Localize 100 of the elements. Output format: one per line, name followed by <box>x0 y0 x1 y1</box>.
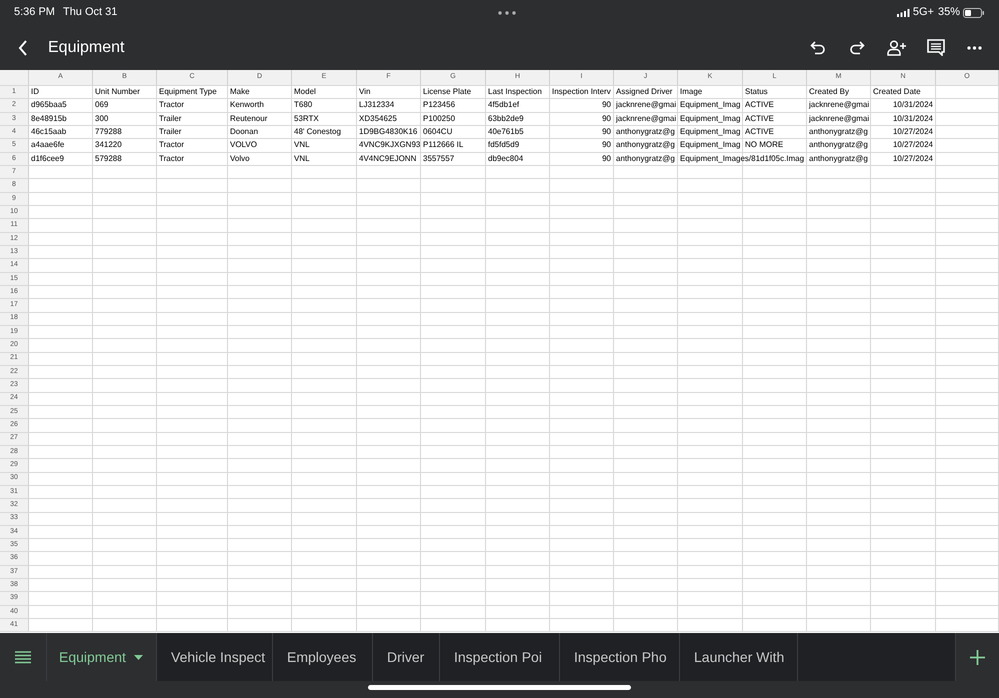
cell-text: 90 <box>602 139 611 152</box>
cell-text: Equipment_Imag <box>680 112 740 125</box>
cell-text: 90 <box>602 99 611 112</box>
cell-text: Assigned Driver <box>616 86 672 98</box>
cell-text: d965baa5 <box>31 99 67 112</box>
cell-text: P100250 <box>423 112 456 125</box>
comment-icon[interactable] <box>927 39 945 56</box>
cell-text: 4VNC9KJXGN93 <box>359 139 420 152</box>
cell-text: 779288 <box>95 126 122 138</box>
cell-text: 90 <box>602 112 611 125</box>
more-dots-icon <box>498 10 516 14</box>
cell-text: 3557557 <box>423 152 454 165</box>
status-date: Thu Oct 31 <box>62 5 118 20</box>
cell-text: T680 <box>294 99 312 112</box>
cell-text: anthonygratz@g <box>809 126 868 138</box>
sheet-list-icon[interactable] <box>15 650 31 664</box>
cell-text: Vin <box>359 86 370 98</box>
cell-text: 48' Conestog <box>294 126 341 138</box>
cell-text: 90 <box>602 152 611 165</box>
cell-text: fd5fd5d9 <box>488 139 520 152</box>
cell-text: 10/31/2024 <box>892 112 933 125</box>
cell-text: VOLVO <box>230 139 257 152</box>
cell-text: a4aae6fe <box>31 139 64 152</box>
cell-text: P112666 IL <box>423 139 464 152</box>
cell-text: 63bb2de9 <box>488 112 524 125</box>
cell-text: Inspection Interv <box>552 86 611 98</box>
cell-text: 4V4NC9EJONN <box>359 152 416 165</box>
cell-text: Equipment_Imag <box>680 99 740 112</box>
cell-text: License Plate <box>423 86 472 98</box>
cell-text: Tractor <box>159 139 184 152</box>
cell-text: VNL <box>294 152 310 165</box>
cell-text: anthonygratz@g <box>616 126 675 138</box>
more-icon[interactable] <box>967 46 982 50</box>
cell-text: d1f6cee9 <box>31 152 64 165</box>
add-sheet-icon[interactable] <box>970 650 985 664</box>
cell-text: 90 <box>602 126 611 138</box>
cell-text: Equipment Type <box>159 86 217 98</box>
cell-text: 10/27/2024 <box>892 152 933 165</box>
cell-text: Trailer <box>159 112 182 125</box>
cell-text: 069 <box>95 99 108 112</box>
cell-text: 579288 <box>95 152 122 165</box>
cell-text: Reutenour <box>230 112 268 125</box>
cell-text: Volvo <box>230 152 250 165</box>
cell-text: ID <box>31 86 39 98</box>
cell-text: jacknrene@gmai <box>809 99 870 112</box>
cell-text: 1D9BG4830K16 <box>359 126 418 138</box>
sheet-tab[interactable]: Equipment <box>47 633 157 681</box>
cell-text: anthonygratz@g <box>809 152 868 165</box>
cell-text: Last Inspection <box>488 86 542 98</box>
cell-text: jacknrene@gmai <box>809 112 870 125</box>
cell-text: db9ec804 <box>488 152 524 165</box>
undo-icon[interactable] <box>810 40 826 56</box>
sheet-title: Equipment <box>48 38 124 58</box>
cell-text: ACTIVE <box>745 126 774 138</box>
cell-text: 0604CU <box>423 126 452 138</box>
caret-icon[interactable] <box>134 654 143 660</box>
signal-icon <box>896 8 910 16</box>
cell-text: 341220 <box>95 139 122 152</box>
cell-text: LJ312334 <box>359 99 394 112</box>
cell-text: Equipment_Images/81d1f05c.Imag <box>680 152 804 165</box>
cell-text: anthonygratz@g <box>616 152 675 165</box>
cell-text: Doonan <box>230 126 258 138</box>
cell-text: 40e761b5 <box>488 126 524 138</box>
cell-text: XD354625 <box>359 112 397 125</box>
back-icon[interactable] <box>18 40 28 56</box>
cell-text: Image <box>680 86 702 98</box>
cell-text: 53RTX <box>294 112 319 125</box>
cell-text: NO MORE <box>745 139 784 152</box>
battery-icon <box>963 8 985 18</box>
cell-text: anthonygratz@g <box>809 139 868 152</box>
cell-text: 300 <box>95 112 108 125</box>
battery-percent: 35% <box>938 5 960 20</box>
network-label: 5G+ <box>912 5 934 20</box>
cell-text: P123456 <box>423 99 456 112</box>
cell-text: jacknrene@gmai <box>616 99 676 112</box>
cell-text: 10/31/2024 <box>892 99 933 112</box>
cell-text: ACTIVE <box>745 112 774 125</box>
cell-text: Status <box>745 86 768 98</box>
cell-text: Tractor <box>159 99 184 112</box>
cell-text: Make <box>230 86 250 98</box>
cell-text: Created By <box>809 86 850 98</box>
cell-text: 4f5db1ef <box>488 99 520 112</box>
cell-text: Model <box>294 86 316 98</box>
cell-text: Trailer <box>159 126 182 138</box>
cell-text: 46c15aab <box>31 126 66 138</box>
cell-text: Unit Number <box>95 86 140 98</box>
cell-text: Equipment_Imag <box>680 126 740 138</box>
add-person-icon[interactable] <box>887 40 907 56</box>
cell-text: 8e48915b <box>31 112 67 125</box>
cell-text: Created Date <box>873 86 921 98</box>
status-time: 5:36 PM <box>14 5 55 20</box>
cell-text: Equipment_Imag <box>680 139 740 152</box>
cell-text: ACTIVE <box>745 99 774 112</box>
cell-text: anthonygratz@g <box>616 139 675 152</box>
cell-text: jacknrene@gmai <box>616 112 676 125</box>
cell-text: Tractor <box>159 152 184 165</box>
cell-text: 10/27/2024 <box>892 139 933 152</box>
cell-text: 10/27/2024 <box>892 126 933 138</box>
cell-text: Kenworth <box>230 99 264 112</box>
redo-icon[interactable] <box>849 40 865 56</box>
